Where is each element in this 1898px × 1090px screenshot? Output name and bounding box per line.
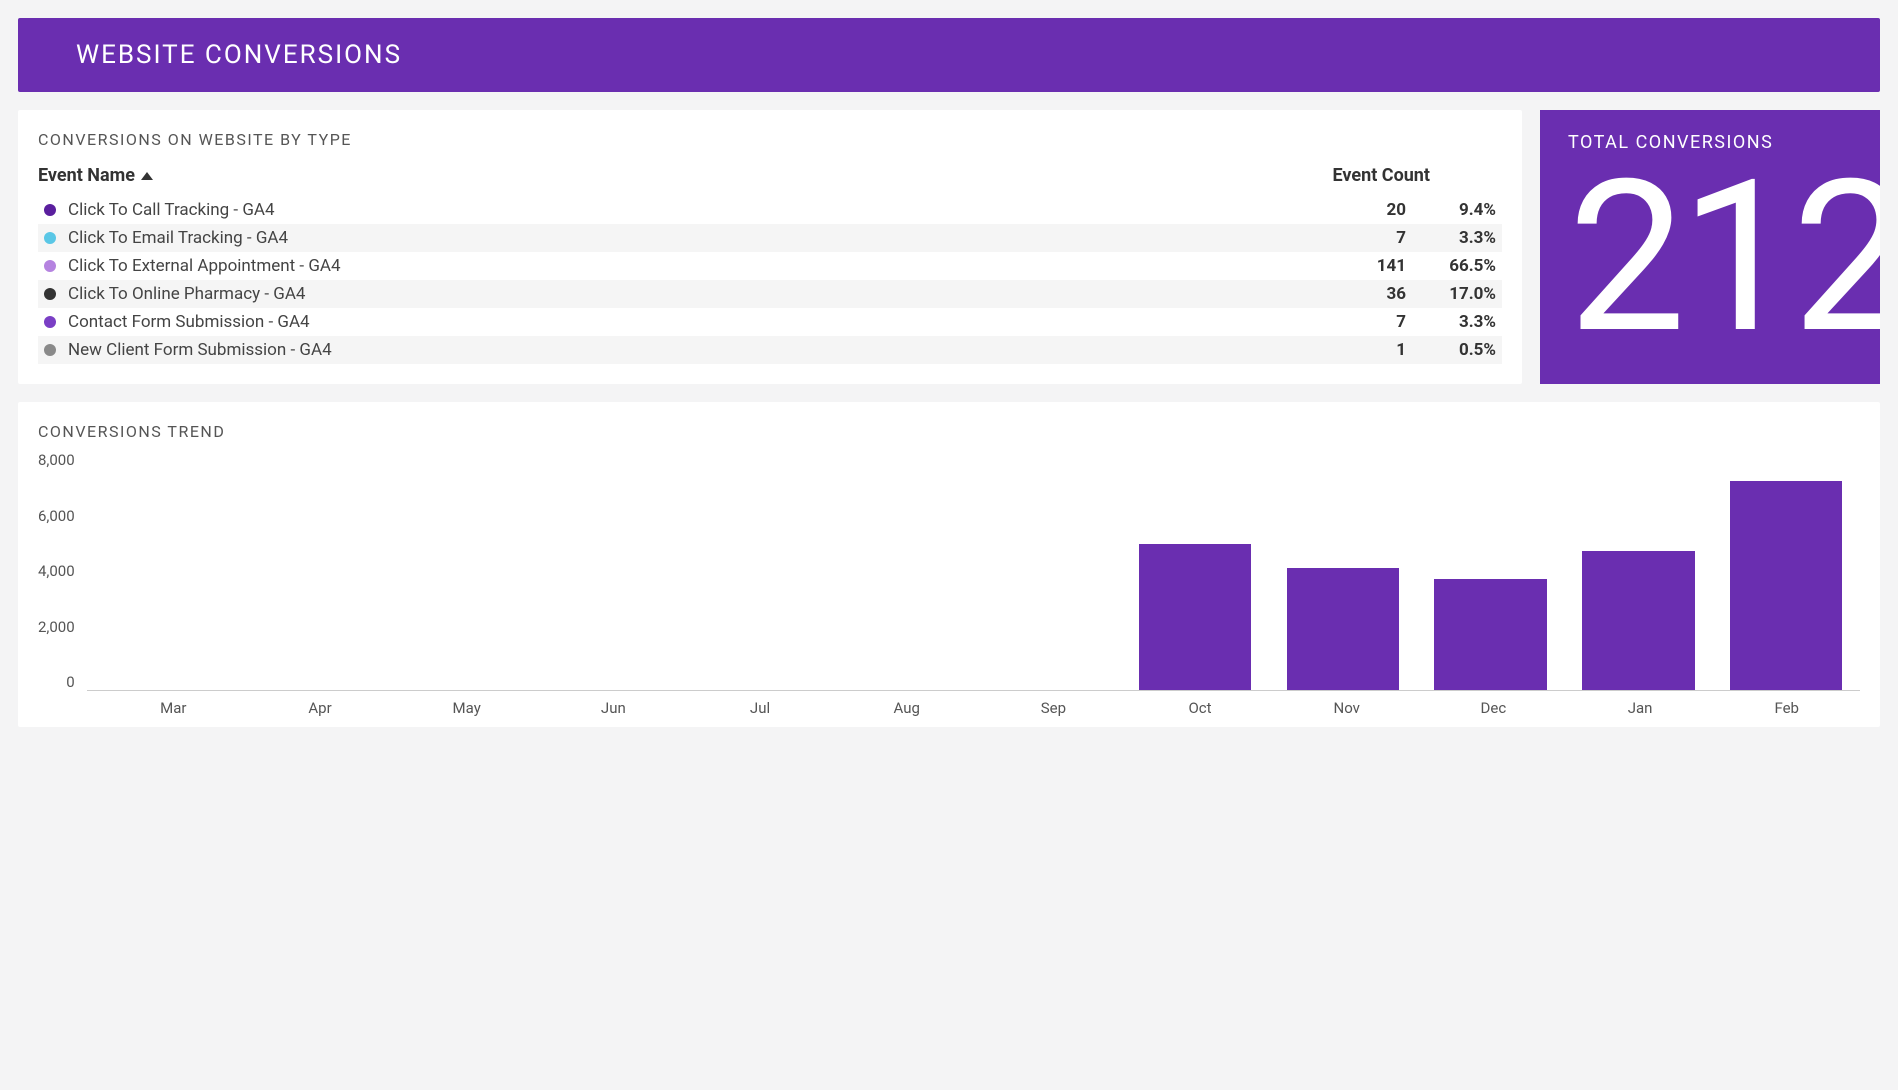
row-name: Click To Email Tracking - GA4 (68, 228, 1316, 248)
y-tick: 6,000 (38, 507, 75, 525)
table-row[interactable]: New Client Form Submission - GA410.5% (38, 336, 1502, 364)
x-tick: May (393, 699, 540, 717)
bar-slot (973, 451, 1121, 690)
bar-slot (234, 451, 382, 690)
bar[interactable] (1139, 544, 1251, 690)
row-name: Click To External Appointment - GA4 (68, 256, 1316, 276)
row-percent: 66.5% (1406, 256, 1496, 276)
row-count: 7 (1316, 228, 1406, 248)
x-tick: Sep (980, 699, 1127, 717)
caret-up-icon (141, 172, 153, 180)
row-count: 141 (1316, 256, 1406, 276)
bar-slot (87, 451, 235, 690)
row-percent: 3.3% (1406, 312, 1496, 332)
trend-title: CONVERSIONS TREND (38, 422, 1860, 441)
conversions-trend-panel: CONVERSIONS TREND 8,0006,0004,0002,0000 … (18, 402, 1880, 727)
bar-slot (826, 451, 974, 690)
total-conversions-panel: TOTAL CONVERSIONS 212 (1540, 110, 1880, 384)
bar-slot (678, 451, 826, 690)
bar[interactable] (1730, 481, 1842, 690)
x-tick: Apr (247, 699, 394, 717)
legend-dot-icon (44, 316, 56, 328)
sort-by-event-name[interactable]: Event Name (38, 165, 153, 186)
conversions-by-type-panel: CONVERSIONS ON WEBSITE BY TYPE Event Nam… (18, 110, 1522, 384)
x-axis: MarAprMayJunJulAugSepOctNovDecJanFeb (100, 699, 1860, 717)
legend-dot-icon (44, 344, 56, 356)
row-count: 1 (1316, 340, 1406, 360)
bar-slot (1121, 451, 1269, 690)
x-tick: Jan (1567, 699, 1714, 717)
table-title: CONVERSIONS ON WEBSITE BY TYPE (38, 130, 1502, 149)
row-name: Click To Call Tracking - GA4 (68, 200, 1316, 220)
row-count: 36 (1316, 284, 1406, 304)
page-title: WEBSITE CONVERSIONS (76, 40, 1822, 70)
legend-dot-icon (44, 232, 56, 244)
x-tick: Jul (687, 699, 834, 717)
legend-dot-icon (44, 204, 56, 216)
row-name: New Client Form Submission - GA4 (68, 340, 1316, 360)
col-name-label: Event Name (38, 165, 135, 186)
header-banner: WEBSITE CONVERSIONS (18, 18, 1880, 92)
bar[interactable] (1287, 568, 1399, 690)
row-percent: 17.0% (1406, 284, 1496, 304)
bar-slot (1417, 451, 1565, 690)
row-percent: 3.3% (1406, 228, 1496, 248)
y-tick: 4,000 (38, 562, 75, 580)
legend-dot-icon (44, 288, 56, 300)
table-row[interactable]: Contact Form Submission - GA473.3% (38, 308, 1502, 336)
bar-slot (530, 451, 678, 690)
y-axis: 8,000 6,000 4,000 2,000 0 (38, 451, 87, 691)
chart-area: 8,000 6,000 4,000 2,000 0 (38, 451, 1860, 691)
x-tick: Nov (1273, 699, 1420, 717)
bar-slot (382, 451, 530, 690)
plot-area (87, 451, 1860, 691)
row-name: Contact Form Submission - GA4 (68, 312, 1316, 332)
bar-slot (1712, 451, 1860, 690)
x-tick: Feb (1713, 699, 1860, 717)
x-tick: Oct (1127, 699, 1274, 717)
col-count-label: Event Count (1302, 165, 1502, 186)
bars-container (87, 451, 1860, 690)
table-header: Event Name Event Count (38, 159, 1502, 196)
row-count: 7 (1316, 312, 1406, 332)
bar-slot (1269, 451, 1417, 690)
x-tick: Dec (1420, 699, 1567, 717)
y-tick: 0 (66, 673, 74, 691)
x-tick: Aug (833, 699, 980, 717)
bar[interactable] (1434, 579, 1546, 690)
table-row[interactable]: Click To Call Tracking - GA4209.4% (38, 196, 1502, 224)
y-tick: 8,000 (38, 451, 75, 469)
y-tick: 2,000 (38, 618, 75, 636)
row-percent: 0.5% (1406, 340, 1496, 360)
table-body: Click To Call Tracking - GA4209.4%Click … (38, 196, 1502, 364)
x-tick: Jun (540, 699, 687, 717)
bar[interactable] (1582, 551, 1694, 690)
top-row: CONVERSIONS ON WEBSITE BY TYPE Event Nam… (18, 110, 1880, 384)
row-percent: 9.4% (1406, 200, 1496, 220)
legend-dot-icon (44, 260, 56, 272)
x-tick: Mar (100, 699, 247, 717)
row-count: 20 (1316, 200, 1406, 220)
bar-slot (1565, 451, 1713, 690)
row-name: Click To Online Pharmacy - GA4 (68, 284, 1316, 304)
table-row[interactable]: Click To Email Tracking - GA473.3% (38, 224, 1502, 252)
table-row[interactable]: Click To External Appointment - GA414166… (38, 252, 1502, 280)
table-row[interactable]: Click To Online Pharmacy - GA43617.0% (38, 280, 1502, 308)
total-value: 212 (1568, 159, 1860, 359)
